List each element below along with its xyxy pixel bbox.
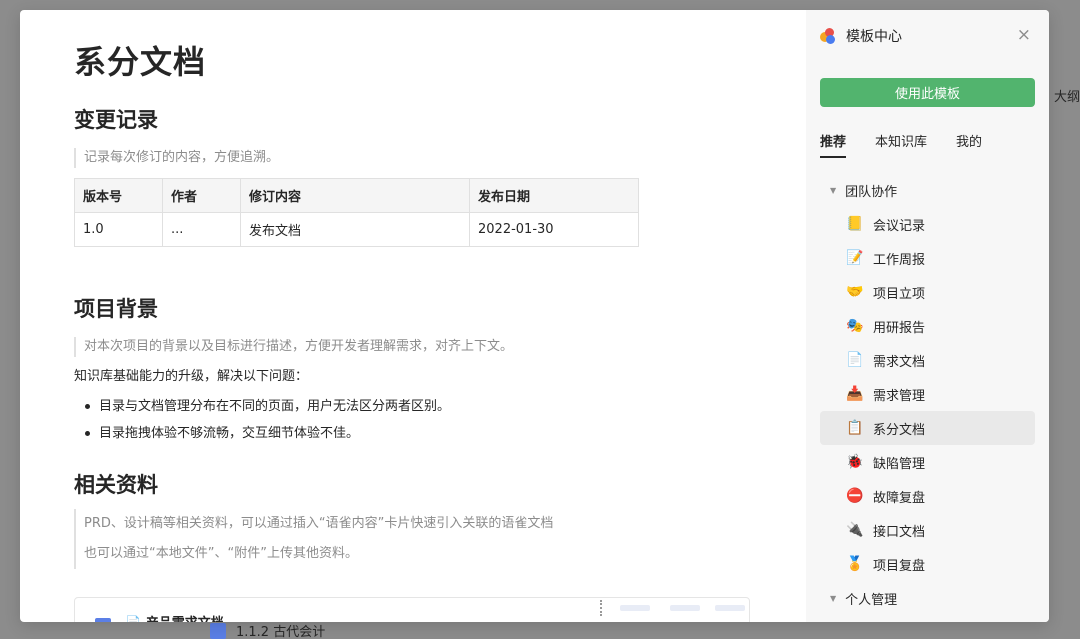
references-quote: PRD、设计稿等相关资料，可以通过插入“语雀内容”卡片快速引入关联的语雀文档 也…	[74, 509, 806, 569]
template-item[interactable]: 📒 会议记录	[820, 207, 1035, 241]
template-item-label: 系分文档	[873, 422, 926, 438]
template-sidebar: 模板中心 × 使用此模板 推荐 本知识库 我的 ▼ 团队协作 📒 会议记录 📝 工作周…	[806, 10, 1049, 622]
template-item-label: 需求管理	[873, 388, 926, 404]
use-template-button[interactable]: 使用此模板	[820, 78, 1035, 107]
template-item-label: 用研报告	[873, 320, 926, 336]
template-emoji-icon: 🐞	[846, 454, 864, 470]
background-quote: 对本次项目的背景以及目标进行描述，方便开发者理解需求，对齐上下文。	[74, 337, 806, 357]
table-header: 版本号	[74, 178, 163, 213]
table-row: 1.0 ... 发布文档 2022-01-30	[74, 212, 639, 247]
background-paragraph: 知识库基础能力的升级，解决以下问题：	[74, 369, 309, 384]
changelog-table: 版本号 作者 修订内容 发布日期 1.0 ... 发布文档 2022-01-30	[74, 178, 639, 247]
template-item[interactable]: 🎭 用研报告	[820, 309, 1035, 343]
table-cell: 发布文档	[240, 212, 470, 247]
template-item-label: 会议记录	[873, 218, 926, 234]
template-modal: 系分文档 变更记录 记录每次修订的内容，方便追溯。 版本号 作者 修订内容 发布…	[20, 10, 1049, 622]
caret-down-icon: ▼	[830, 593, 837, 603]
problem-list: 目录与文档管理分布在不同的页面，用户无法区分两者区别。 目录拖拽体验不够流畅，交…	[74, 393, 806, 447]
template-item-label: 故障复盘	[873, 490, 926, 506]
table-cell: 2022-01-30	[469, 212, 639, 247]
template-emoji-icon: 📥	[846, 386, 864, 402]
template-item-label: 工作周报	[873, 252, 926, 268]
changelog-quote: 记录每次修订的内容，方便追溯。	[74, 148, 806, 168]
template-emoji-icon: 📋	[846, 420, 864, 436]
group-personal-management[interactable]: ▼ 个人管理	[806, 581, 1049, 615]
references-quote-line: PRD、设计稿等相关资料，可以通过插入“语雀内容”卡片快速引入关联的语雀文档	[84, 516, 554, 531]
caret-down-icon: ▼	[830, 185, 837, 195]
template-item[interactable]: 📋 系分文档	[820, 411, 1035, 445]
table-header-row: 版本号 作者 修订内容 发布日期	[74, 178, 639, 213]
template-emoji-icon: 🎭	[846, 318, 864, 334]
group-label: 个人管理	[845, 592, 898, 608]
background-doc-title: 1.1.2 古代会计	[236, 625, 326, 639]
outline-label[interactable]: 大纲	[1054, 86, 1080, 105]
template-item[interactable]: 🐞 缺陷管理	[820, 445, 1035, 479]
yuque-logo-icon	[820, 28, 836, 44]
template-tree: ▼ 团队协作 📒 会议记录 📝 工作周报 🤝 项目立项 🎭 用研报告 📄 需求文档 📥 需求管理 📋 系分…	[806, 173, 1049, 615]
table-header: 修订内容	[240, 178, 470, 213]
template-emoji-icon: 🔌	[846, 522, 864, 538]
linked-doc-card[interactable]: 📄 产品需求文档	[74, 597, 750, 622]
template-item[interactable]: 📝 工作周报	[820, 241, 1035, 275]
tab-recommended[interactable]: 推荐	[820, 131, 847, 158]
template-item[interactable]: 🤝 项目立项	[820, 275, 1035, 309]
section-heading-background: 项目背景	[74, 297, 158, 321]
list-item: 目录与文档管理分布在不同的页面，用户无法区分两者区别。	[74, 393, 806, 420]
group-label: 团队协作	[845, 184, 898, 200]
template-tabs: 推荐 本知识库 我的	[806, 131, 1049, 158]
sidebar-title: 模板中心	[846, 29, 902, 45]
doc-title: 系分文档	[74, 43, 207, 81]
template-emoji-icon: 📒	[846, 216, 864, 232]
sidebar-header: 模板中心 ×	[806, 10, 1049, 62]
close-icon[interactable]: ×	[1017, 26, 1031, 44]
template-item[interactable]: 🏅 项目复盘	[820, 547, 1035, 581]
template-item[interactable]: 🔌 接口文档	[820, 513, 1035, 547]
group-team-collaboration[interactable]: ▼ 团队协作	[806, 173, 1049, 207]
card-thumbnail	[715, 605, 745, 611]
template-item[interactable]: 📥 需求管理	[820, 377, 1035, 411]
card-thumbnail	[670, 605, 700, 611]
table-header: 发布日期	[469, 178, 639, 213]
table-header: 作者	[162, 178, 241, 213]
document-icon	[95, 618, 111, 622]
section-heading-changelog: 变更记录	[74, 108, 158, 132]
references-quote-line: 也可以通过“本地文件”、“附件”上传其他资料。	[84, 546, 358, 561]
card-title: 📄 产品需求文档	[125, 612, 224, 622]
template-item[interactable]: 📄 需求文档	[820, 343, 1035, 377]
template-emoji-icon: 🏅	[846, 556, 864, 572]
template-preview: 系分文档 变更记录 记录每次修订的内容，方便追溯。 版本号 作者 修订内容 发布…	[20, 10, 806, 622]
template-emoji-icon: 📝	[846, 250, 864, 266]
template-item-label: 接口文档	[873, 524, 926, 540]
document-icon	[210, 622, 226, 639]
template-item-label: 项目立项	[873, 286, 926, 302]
section-heading-references: 相关资料	[74, 473, 158, 497]
template-emoji-icon: 🤝	[846, 284, 864, 300]
table-cell: 1.0	[74, 212, 163, 247]
list-item: 目录拖拽体验不够流畅，交互细节体验不佳。	[74, 420, 806, 447]
template-emoji-icon: 📄	[846, 352, 864, 368]
background-doc-item[interactable]: 1.1.2 古代会计	[210, 622, 325, 639]
tab-mine[interactable]: 我的	[956, 131, 982, 157]
template-item[interactable]: ⛔ 故障复盘	[820, 479, 1035, 513]
template-item-label: 需求文档	[873, 354, 926, 370]
template-emoji-icon: ⛔	[846, 488, 864, 504]
table-cell: ...	[162, 212, 241, 247]
template-item-label: 缺陷管理	[873, 456, 926, 472]
card-divider	[600, 600, 603, 616]
template-item-label: 项目复盘	[873, 558, 926, 574]
tab-this-library[interactable]: 本知识库	[875, 131, 927, 157]
card-thumbnail	[620, 605, 650, 611]
